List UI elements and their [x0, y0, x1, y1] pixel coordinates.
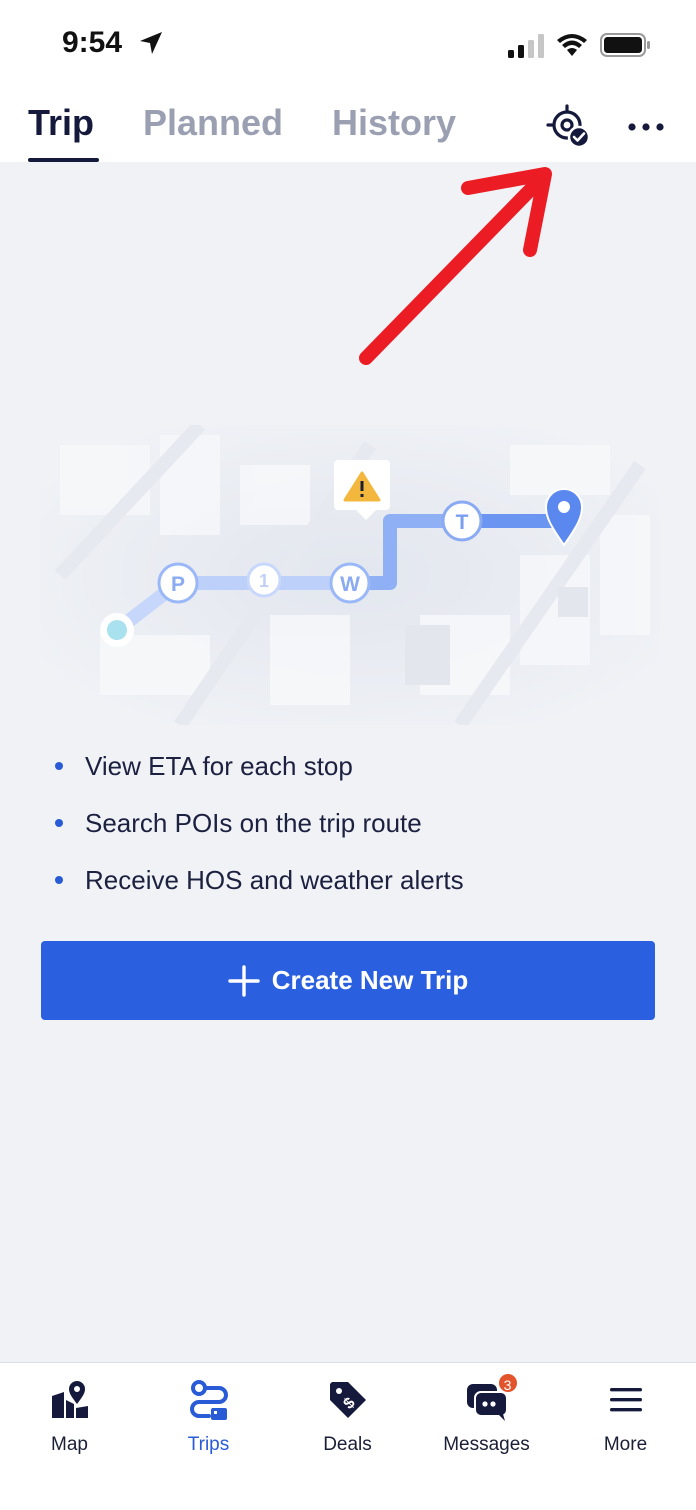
nav-label-deals: Deals [323, 1434, 372, 1455]
tab-history[interactable]: History [332, 102, 456, 144]
route-icon [189, 1380, 228, 1420]
nav-label-messages: Messages [443, 1434, 530, 1455]
create-new-trip-button[interactable]: Create New Trip [41, 941, 655, 1020]
chat-icon-wrapper: 3 [465, 1372, 519, 1422]
map-pin-icon [51, 1381, 88, 1418]
active-tab-indicator [28, 158, 99, 162]
feature-text: View ETA for each stop [85, 751, 353, 781]
tab-header: Trip Planned History [0, 92, 696, 162]
location-arrow-icon [140, 32, 162, 54]
nav-item-messages[interactable]: 3 Messages [417, 1363, 556, 1473]
bottom-nav: Map Trips $ Deals 3 Messages More [0, 1362, 696, 1510]
menu-icon [609, 1388, 642, 1412]
feature-item: Receive HOS and weather alerts [52, 862, 464, 919]
bullet-dot [55, 762, 63, 770]
tab-trip[interactable]: Trip [28, 102, 94, 144]
status-time: 9:54 [62, 26, 123, 59]
messages-badge: 3 [496, 1372, 519, 1394]
tab-planned[interactable]: Planned [143, 102, 283, 144]
cellular-signal-icon [508, 34, 544, 58]
feature-text: Search POIs on the trip route [85, 808, 422, 838]
nav-label-more: More [603, 1434, 648, 1455]
create-new-trip-label: Create New Trip [271, 965, 469, 995]
price-tag-icon: $ [329, 1382, 366, 1418]
route-marker-t-label: T [456, 511, 469, 534]
route-marker-w: W [329, 562, 371, 604]
route-marker-p-label: P [171, 573, 185, 596]
status-bar: 9:54 [0, 0, 696, 92]
battery-icon [600, 33, 650, 57]
nav-item-map[interactable]: Map [0, 1363, 139, 1473]
feature-item: Search POIs on the trip route [52, 805, 464, 862]
feature-list: View ETA for each stop Search POIs on th… [52, 748, 464, 919]
nav-label-map: Map [51, 1434, 88, 1455]
locate-check-icon[interactable] [546, 104, 592, 150]
trip-route-illustration: P 1 W T [40, 425, 660, 725]
route-marker-p: P [157, 562, 199, 604]
route-start-dot [107, 620, 127, 640]
wifi-icon [557, 34, 587, 56]
nav-item-deals[interactable]: $ Deals [278, 1363, 417, 1473]
route-marker-1-label: 1 [259, 571, 269, 591]
nav-item-more[interactable]: More [556, 1363, 695, 1473]
plus-icon [228, 964, 260, 997]
route-marker-w-label: W [340, 573, 360, 596]
nav-label-trips: Trips [187, 1434, 230, 1455]
nav-item-trips[interactable]: Trips [139, 1363, 278, 1473]
route-marker-t: T [441, 500, 483, 542]
bullet-dot [55, 819, 63, 827]
more-horizontal-icon[interactable] [622, 112, 670, 142]
feature-text: Receive HOS and weather alerts [85, 865, 464, 895]
feature-item: View ETA for each stop [52, 748, 464, 805]
annotation-arrow [359, 167, 552, 365]
route-marker-1: 1 [246, 562, 282, 598]
bullet-dot [55, 876, 63, 884]
